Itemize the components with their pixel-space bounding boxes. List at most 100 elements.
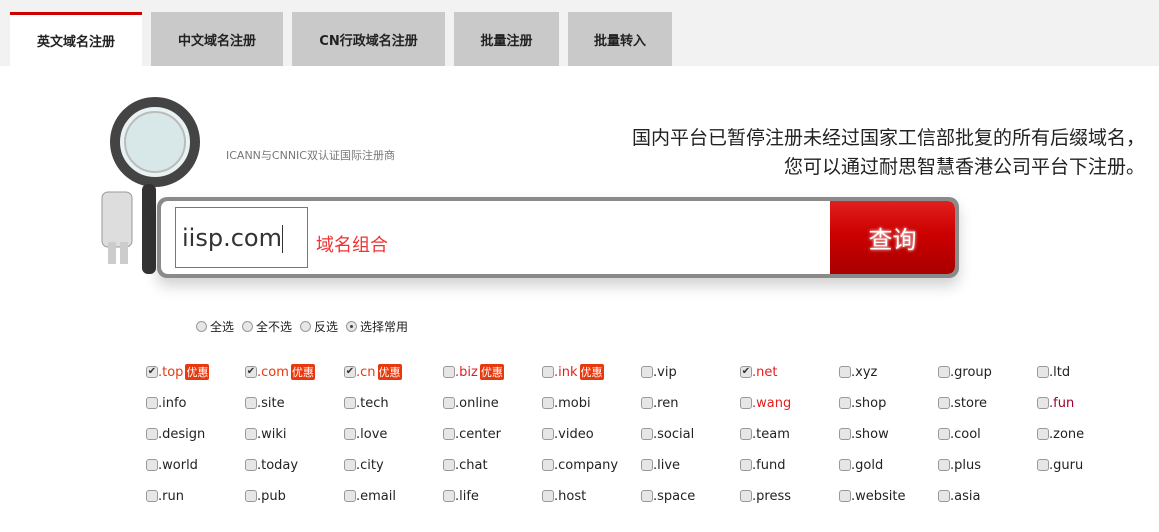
domain-suffix-item[interactable]: .wang bbox=[740, 393, 839, 413]
checkbox[interactable] bbox=[839, 490, 851, 502]
checkbox[interactable] bbox=[443, 490, 455, 502]
domain-suffix-item[interactable]: .vip bbox=[641, 362, 740, 382]
checkbox[interactable] bbox=[740, 428, 752, 440]
checkbox[interactable] bbox=[146, 459, 158, 471]
checkbox[interactable] bbox=[542, 397, 554, 409]
domain-suffix-item[interactable]: .space bbox=[641, 486, 740, 506]
domain-suffix-item[interactable]: .company bbox=[542, 455, 641, 475]
tab-cn-admin-domain[interactable]: CN行政域名注册 bbox=[292, 12, 445, 66]
checkbox[interactable] bbox=[1037, 397, 1049, 409]
checkbox[interactable] bbox=[344, 459, 356, 471]
domain-suffix-item[interactable]: .xyz bbox=[839, 362, 938, 382]
checkbox[interactable] bbox=[146, 490, 158, 502]
domain-suffix-item[interactable]: .asia bbox=[938, 486, 1037, 506]
checkbox[interactable] bbox=[938, 428, 950, 440]
domain-suffix-item[interactable]: .info bbox=[146, 393, 245, 413]
checkbox[interactable] bbox=[1037, 459, 1049, 471]
checkbox[interactable]: ✔ bbox=[245, 366, 257, 378]
radio-button[interactable] bbox=[196, 321, 207, 332]
checkbox[interactable] bbox=[641, 459, 653, 471]
radio-option[interactable]: 选择常用 bbox=[346, 318, 408, 335]
checkbox[interactable] bbox=[839, 459, 851, 471]
domain-suffix-item[interactable]: .video bbox=[542, 424, 641, 444]
domain-suffix-item[interactable]: .site bbox=[245, 393, 344, 413]
tab-chinese-domain[interactable]: 中文域名注册 bbox=[151, 12, 283, 66]
domain-combo-link[interactable]: 域名组合 bbox=[316, 231, 388, 257]
domain-suffix-item[interactable]: .team bbox=[740, 424, 839, 444]
checkbox[interactable] bbox=[443, 397, 455, 409]
domain-suffix-item[interactable]: .press bbox=[740, 486, 839, 506]
checkbox[interactable] bbox=[245, 459, 257, 471]
domain-suffix-item[interactable]: .ren bbox=[641, 393, 740, 413]
checkbox[interactable] bbox=[146, 397, 158, 409]
checkbox[interactable] bbox=[641, 366, 653, 378]
checkbox[interactable] bbox=[938, 366, 950, 378]
domain-search-input[interactable]: iisp.com bbox=[175, 207, 308, 268]
checkbox[interactable] bbox=[839, 397, 851, 409]
checkbox[interactable] bbox=[1037, 366, 1049, 378]
checkbox[interactable] bbox=[245, 490, 257, 502]
domain-suffix-item[interactable]: .gold bbox=[839, 455, 938, 475]
checkbox[interactable] bbox=[344, 428, 356, 440]
checkbox[interactable]: ✔ bbox=[344, 366, 356, 378]
checkbox[interactable] bbox=[740, 490, 752, 502]
domain-suffix-item[interactable]: .center bbox=[443, 424, 542, 444]
checkbox[interactable]: ✔ bbox=[146, 366, 158, 378]
tab-bulk-register[interactable]: 批量注册 bbox=[454, 12, 559, 66]
radio-button[interactable] bbox=[300, 321, 312, 332]
checkbox[interactable] bbox=[740, 397, 752, 409]
domain-suffix-item[interactable]: .design bbox=[146, 424, 245, 444]
domain-suffix-item[interactable]: ✔ .net bbox=[740, 362, 839, 382]
domain-suffix-item[interactable]: .today bbox=[245, 455, 344, 475]
domain-suffix-item[interactable]: .host bbox=[542, 486, 641, 506]
domain-suffix-item[interactable]: .zone bbox=[1037, 424, 1136, 444]
domain-suffix-item[interactable]: .cool bbox=[938, 424, 1037, 444]
domain-suffix-item[interactable]: .life bbox=[443, 486, 542, 506]
checkbox[interactable] bbox=[938, 490, 950, 502]
checkbox[interactable] bbox=[938, 397, 950, 409]
domain-suffix-item[interactable]: ✔ .top 优惠 bbox=[146, 362, 245, 382]
domain-suffix-item[interactable]: .social bbox=[641, 424, 740, 444]
domain-suffix-item[interactable]: .world bbox=[146, 455, 245, 475]
checkbox[interactable] bbox=[1037, 428, 1049, 440]
checkbox[interactable] bbox=[641, 397, 653, 409]
domain-suffix-item[interactable]: .show bbox=[839, 424, 938, 444]
domain-suffix-item[interactable]: .email bbox=[344, 486, 443, 506]
domain-suffix-item[interactable]: .pub bbox=[245, 486, 344, 506]
checkbox[interactable] bbox=[839, 366, 851, 378]
domain-suffix-item[interactable]: .ink 优惠 bbox=[542, 362, 641, 382]
domain-suffix-item[interactable]: .ltd bbox=[1037, 362, 1136, 382]
tab-english-domain[interactable]: 英文域名注册 bbox=[10, 12, 142, 66]
checkbox[interactable] bbox=[938, 459, 950, 471]
checkbox[interactable] bbox=[443, 428, 455, 440]
domain-suffix-item[interactable]: ✔ .com 优惠 bbox=[245, 362, 344, 382]
checkbox[interactable] bbox=[641, 490, 653, 502]
checkbox[interactable] bbox=[641, 428, 653, 440]
checkbox[interactable] bbox=[443, 366, 455, 378]
checkbox[interactable] bbox=[344, 490, 356, 502]
domain-suffix-item[interactable]: .plus bbox=[938, 455, 1037, 475]
domain-suffix-item[interactable]: .store bbox=[938, 393, 1037, 413]
domain-suffix-item[interactable]: .mobi bbox=[542, 393, 641, 413]
checkbox[interactable] bbox=[245, 428, 257, 440]
domain-suffix-item[interactable]: .group bbox=[938, 362, 1037, 382]
domain-suffix-item[interactable]: .fund bbox=[740, 455, 839, 475]
domain-suffix-item[interactable]: .city bbox=[344, 455, 443, 475]
domain-suffix-item[interactable]: .guru bbox=[1037, 455, 1136, 475]
query-button[interactable]: 查询 bbox=[830, 201, 955, 274]
domain-suffix-item[interactable]: .fun bbox=[1037, 393, 1136, 413]
domain-suffix-item[interactable]: .love bbox=[344, 424, 443, 444]
domain-suffix-item[interactable]: .website bbox=[839, 486, 938, 506]
checkbox[interactable] bbox=[839, 428, 851, 440]
domain-suffix-item[interactable]: ✔ .cn 优惠 bbox=[344, 362, 443, 382]
checkbox[interactable] bbox=[542, 366, 554, 378]
checkbox[interactable] bbox=[344, 397, 356, 409]
checkbox[interactable] bbox=[245, 397, 257, 409]
radio-option[interactable]: 全选 bbox=[196, 318, 234, 335]
checkbox[interactable]: ✔ bbox=[740, 366, 752, 378]
domain-suffix-item[interactable]: .tech bbox=[344, 393, 443, 413]
checkbox[interactable] bbox=[542, 490, 554, 502]
radio-option[interactable]: 反选 bbox=[300, 318, 338, 335]
domain-suffix-item[interactable]: .online bbox=[443, 393, 542, 413]
checkbox[interactable] bbox=[542, 459, 554, 471]
